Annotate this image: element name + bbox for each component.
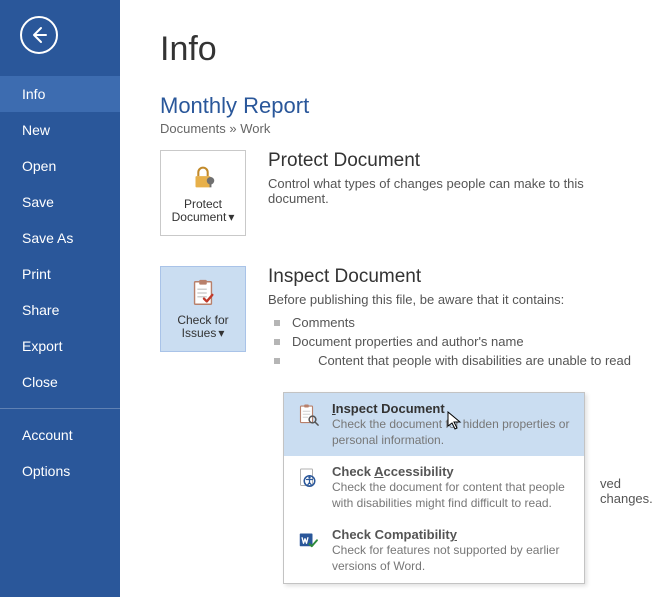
menu-item-title: Check Compatibility [332,527,574,542]
nav-open[interactable]: Open [0,148,120,184]
breadcrumb-sep: » [226,121,240,136]
chevron-down-icon: ▾ [228,211,234,224]
inspect-desc: Before publishing this file, be aware th… [268,292,631,307]
menu-item-desc: Check the document for hidden properties… [332,417,574,448]
accessibility-icon [296,466,320,490]
protect-desc: Control what types of changes people can… [268,176,631,206]
menu-item-title: Inspect Document [332,401,574,416]
clipboard-check-icon [188,278,218,308]
nav-save-as[interactable]: Save As [0,220,120,256]
nav-export[interactable]: Export [0,328,120,364]
button-label: Protect Document▾ [161,198,245,224]
list-item: Comments [268,313,631,332]
obscured-text: ved changes. [600,476,671,506]
breadcrumb-folder[interactable]: Documents [160,121,226,136]
protect-document-section: Protect Document▾ Protect Document Contr… [160,150,631,236]
menu-item-title: Check Accessibility [332,464,574,479]
word-check-icon [296,529,320,553]
nav-close[interactable]: Close [0,364,120,400]
clipboard-search-icon [296,403,320,427]
breadcrumb-subfolder[interactable]: Work [240,121,270,136]
nav-save[interactable]: Save [0,184,120,220]
list-item: Document properties and author's name [268,332,631,351]
breadcrumb[interactable]: Documents » Work [160,121,631,136]
chevron-down-icon: ▾ [218,327,224,340]
issues-list: Comments Document properties and author'… [268,313,631,370]
menu-check-compatibility[interactable]: Check Compatibility Check for features n… [284,519,584,582]
page-title: Info [160,30,631,69]
nav-new[interactable]: New [0,112,120,148]
menu-inspect-document[interactable]: Inspect Document Check the document for … [284,393,584,456]
menu-item-desc: Check the document for content that peop… [332,480,574,511]
nav-info[interactable]: Info [0,76,120,112]
button-label: Check for Issues▾ [161,314,245,340]
backstage-nav: Info New Open Save Save As Print Share E… [0,0,120,597]
nav-account[interactable]: Account [0,417,120,453]
nav-share[interactable]: Share [0,292,120,328]
document-title[interactable]: Monthly Report [160,93,631,119]
check-for-issues-menu: Inspect Document Check the document for … [283,392,585,584]
info-pane: Info Monthly Report Documents » Work Pro… [120,0,671,597]
nav-options[interactable]: Options [0,453,120,489]
nav-print[interactable]: Print [0,256,120,292]
back-button[interactable] [20,16,58,54]
list-item: Content that people with disabilities ar… [268,351,631,370]
check-for-issues-button[interactable]: Check for Issues▾ [160,266,246,352]
menu-check-accessibility[interactable]: Check Accessibility Check the document f… [284,456,584,519]
inspect-heading: Inspect Document [268,266,631,288]
inspect-document-section: Check for Issues▾ Inspect Document Befor… [160,266,631,370]
menu-item-desc: Check for features not supported by earl… [332,543,574,574]
lock-icon [188,162,218,192]
protect-heading: Protect Document [268,150,631,172]
protect-document-button[interactable]: Protect Document▾ [160,150,246,236]
divider [0,408,120,409]
back-arrow-icon [29,25,49,45]
